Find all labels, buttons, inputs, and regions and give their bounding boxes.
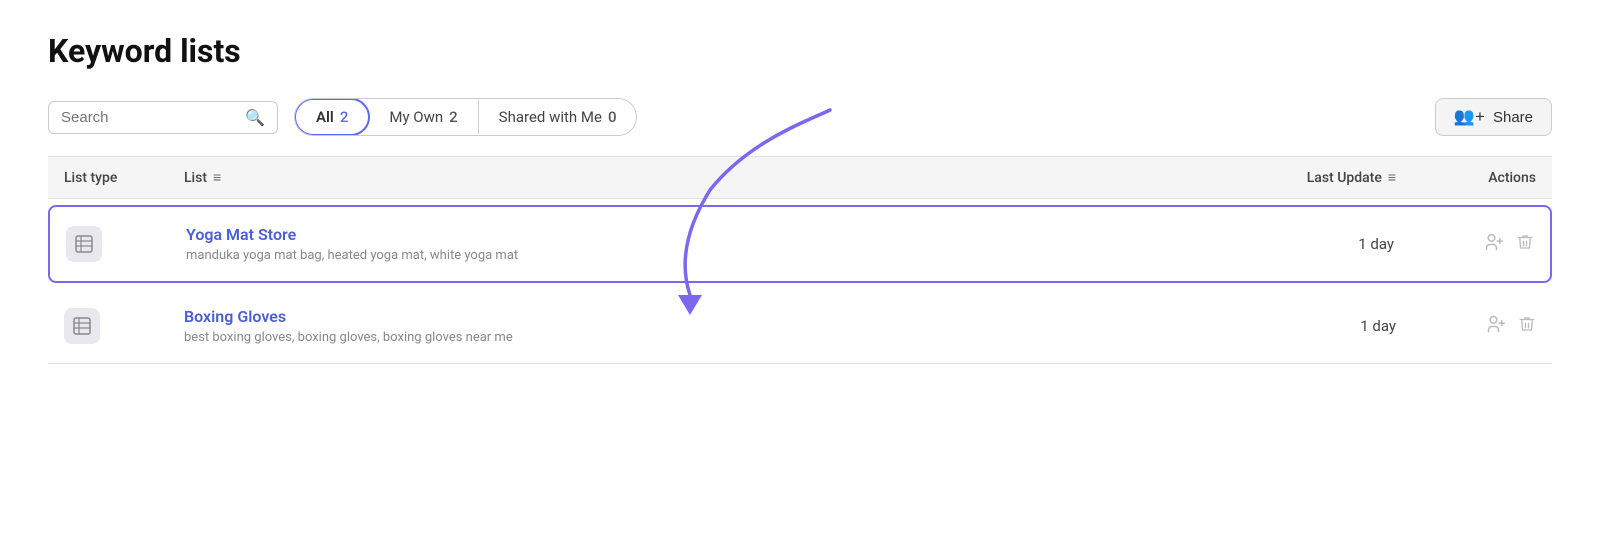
table-container: List type List ≡ Last Update ≡ Actions [48, 156, 1552, 364]
tab-my-own-label: My Own [389, 108, 443, 126]
toolbar: 🔍 All 2 My Own 2 Shared with Me 0 👥+ S [48, 98, 1552, 136]
table-row: Boxing Gloves best boxing gloves, boxing… [48, 289, 1552, 364]
actions-cell [1394, 232, 1534, 257]
list-type-icon [66, 226, 102, 262]
share-icon: 👥+ [1454, 107, 1485, 127]
list-name[interactable]: Yoga Mat Store [186, 225, 1194, 244]
share-button[interactable]: 👥+ Share [1435, 98, 1552, 136]
header-list: List ≡ [184, 169, 1196, 186]
list-keywords: manduka yoga mat bag, heated yoga mat, w… [186, 248, 1194, 263]
search-input[interactable] [61, 109, 241, 126]
table-row: Yoga Mat Store manduka yoga mat bag, hea… [48, 205, 1552, 283]
add-user-icon[interactable] [1486, 314, 1506, 339]
tab-all[interactable]: All 2 [294, 98, 370, 136]
tab-shared-with-me[interactable]: Shared with Me 0 [479, 100, 637, 134]
list-type-icon [64, 308, 100, 344]
list-filter-icon[interactable]: ≡ [213, 169, 221, 186]
share-label: Share [1493, 109, 1533, 126]
header-actions: Actions [1396, 170, 1536, 186]
delete-icon[interactable] [1516, 233, 1534, 256]
last-update-filter-icon[interactable]: ≡ [1388, 169, 1396, 186]
search-icon: 🔍 [245, 108, 265, 127]
last-update-cell: 1 day [1196, 317, 1396, 335]
header-last-update: Last Update ≡ [1196, 169, 1396, 186]
tab-group: All 2 My Own 2 Shared with Me 0 [294, 98, 637, 136]
header-list-type: List type [64, 170, 184, 186]
actions-cell [1396, 314, 1536, 339]
tab-all-count: 2 [340, 108, 349, 126]
table-header: List type List ≡ Last Update ≡ Actions [48, 157, 1552, 199]
tab-all-label: All [316, 108, 334, 126]
delete-icon[interactable] [1518, 315, 1536, 338]
tab-my-own[interactable]: My Own 2 [369, 100, 478, 134]
list-info: Yoga Mat Store manduka yoga mat bag, hea… [186, 225, 1194, 263]
page-container: Keyword lists 🔍 All 2 My Own 2 Shared wi… [0, 0, 1600, 396]
toolbar-left: 🔍 All 2 My Own 2 Shared with Me 0 [48, 98, 637, 136]
list-info: Boxing Gloves best boxing gloves, boxing… [184, 307, 1196, 345]
last-update-cell: 1 day [1194, 235, 1394, 253]
search-box[interactable]: 🔍 [48, 101, 278, 134]
tab-my-own-count: 2 [449, 108, 458, 126]
list-keywords: best boxing gloves, boxing gloves, boxin… [184, 330, 1196, 345]
page-title: Keyword lists [48, 32, 1552, 70]
list-name[interactable]: Boxing Gloves [184, 307, 1196, 326]
add-user-icon[interactable] [1484, 232, 1504, 257]
tab-shared-count: 0 [608, 108, 617, 126]
tab-shared-label: Shared with Me [499, 108, 602, 126]
